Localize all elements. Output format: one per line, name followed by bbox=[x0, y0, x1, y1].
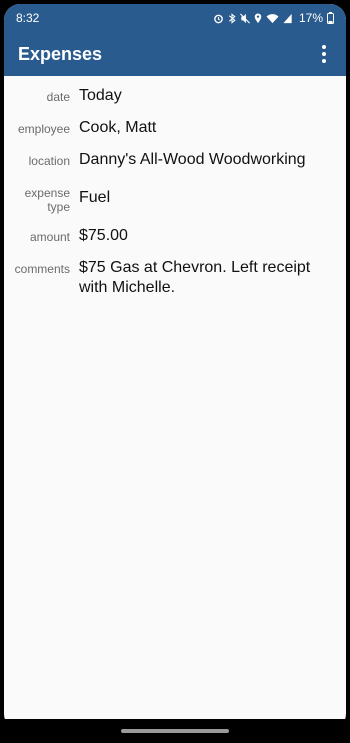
field-value: Today bbox=[79, 87, 122, 104]
phone-screen: 8:32 17% Expenses date Today employee Co… bbox=[4, 4, 346, 730]
field-label: location bbox=[28, 154, 70, 168]
status-icons: 17% bbox=[213, 11, 334, 25]
bluetooth-icon bbox=[228, 12, 236, 24]
field-label: employee bbox=[17, 122, 70, 136]
home-gesture-handle[interactable] bbox=[121, 729, 229, 733]
status-time: 8:32 bbox=[16, 11, 40, 25]
field-value: $75.00 bbox=[79, 227, 128, 244]
field-amount: amount $75.00 bbox=[4, 226, 346, 246]
app-bar: Expenses bbox=[4, 32, 346, 76]
field-label: expense type bbox=[24, 186, 70, 214]
navigation-bar bbox=[0, 719, 350, 743]
more-vert-icon[interactable] bbox=[312, 39, 336, 69]
field-date: date Today bbox=[4, 86, 346, 106]
field-label: date bbox=[46, 90, 70, 104]
expense-detail: date Today employee Cook, Matt location … bbox=[4, 76, 346, 298]
field-value: Cook, Matt bbox=[79, 119, 157, 136]
signal-icon bbox=[283, 13, 293, 24]
location-icon bbox=[254, 12, 262, 24]
status-bar: 8:32 17% bbox=[4, 4, 346, 32]
field-employee: employee Cook, Matt bbox=[4, 118, 346, 138]
battery-percent: 17% bbox=[298, 11, 323, 25]
field-comments: comments $75 Gas at Chevron. Left receip… bbox=[4, 258, 346, 298]
field-label: comments bbox=[14, 262, 70, 276]
app-title: Expenses bbox=[18, 43, 103, 64]
wifi-icon bbox=[266, 13, 279, 24]
field-expense-type: expense type Fuel bbox=[4, 182, 346, 214]
field-value: $75 Gas at Chevron. Left receipt with Mi… bbox=[79, 259, 315, 296]
field-label: amount bbox=[29, 230, 70, 244]
field-location: location Danny's All-Wood Woodworking bbox=[4, 150, 346, 170]
mute-icon bbox=[239, 13, 250, 24]
field-value: Fuel bbox=[79, 189, 111, 206]
alarm-icon bbox=[213, 13, 224, 24]
field-value: Danny's All-Wood Woodworking bbox=[79, 151, 306, 168]
battery-icon bbox=[327, 12, 334, 24]
